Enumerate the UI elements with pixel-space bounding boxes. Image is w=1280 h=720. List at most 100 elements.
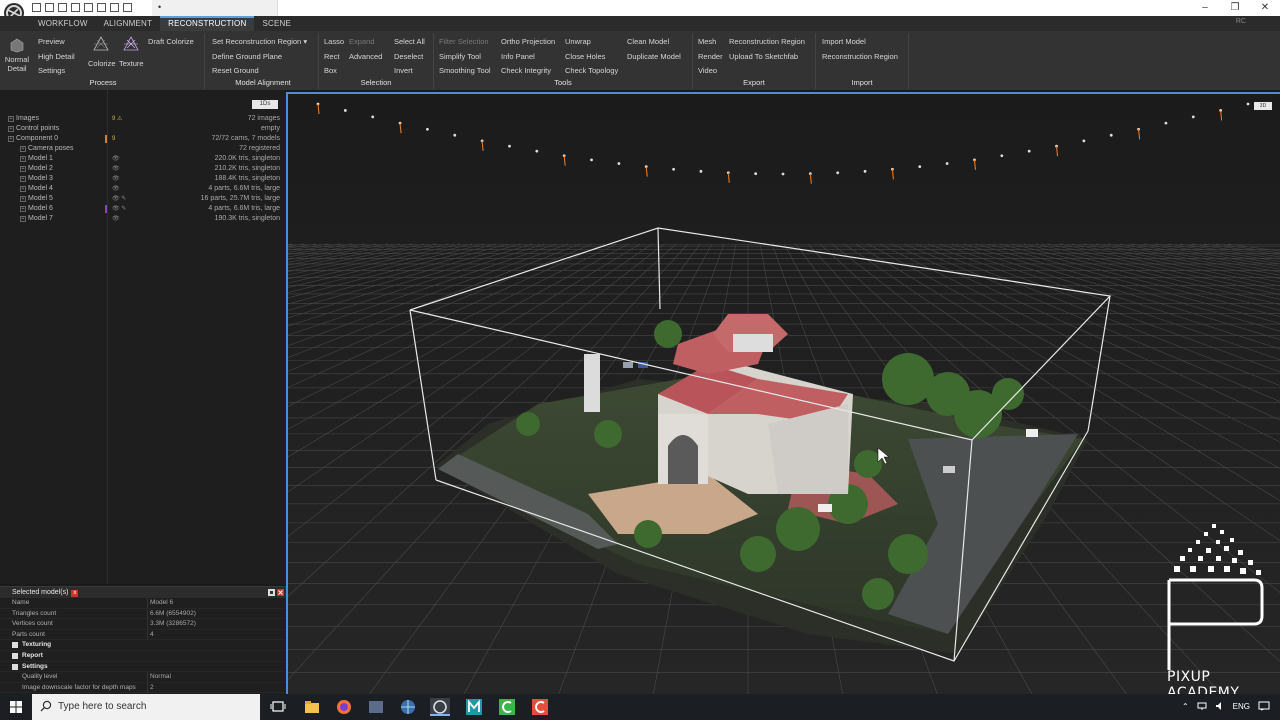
property-row[interactable]: Name Model 6 [0, 598, 286, 609]
property-row[interactable]: Quality level Normal [0, 672, 286, 683]
expand-icon[interactable]: + [20, 176, 26, 182]
new-project-icon[interactable] [32, 3, 41, 12]
expand-icon[interactable]: + [20, 196, 26, 202]
layout-icon[interactable] [84, 3, 93, 12]
export-video-button[interactable]: Video [698, 66, 717, 75]
tree-row[interactable]: + Images 9 ⚠ 72 images [0, 114, 286, 124]
tab-scene[interactable]: SCENE [254, 16, 299, 31]
layout-list-icon[interactable] [123, 3, 132, 12]
close-holes-button[interactable]: Close Holes [565, 52, 605, 61]
pin-icon[interactable] [268, 589, 275, 596]
firefox-icon[interactable] [334, 698, 354, 716]
reset-ground-button[interactable]: Reset Ground [212, 66, 259, 75]
export-mesh-button[interactable]: Mesh [698, 37, 716, 46]
lasso-button[interactable]: Lasso [324, 37, 344, 46]
layout-split-icon[interactable] [97, 3, 106, 12]
clean-model-button[interactable]: Clean Model [627, 37, 669, 46]
property-value[interactable]: 2 [150, 683, 154, 694]
expand-icon[interactable]: + [8, 126, 14, 132]
set-reconstruction-region-button[interactable]: Set Reconstruction Region ▾ [212, 37, 307, 46]
tree-row[interactable]: + Model 5 👁 ✎ 16 parts, 25.7M tris, large [0, 194, 286, 204]
expand-icon[interactable]: + [20, 216, 26, 222]
close-panel-icon[interactable] [277, 589, 284, 596]
collapse-icon[interactable] [12, 663, 18, 670]
expand-icon[interactable]: + [8, 116, 14, 122]
panel-type-badge[interactable]: 1Ds [252, 100, 278, 109]
network-icon[interactable] [1197, 701, 1207, 711]
expand-icon[interactable]: + [20, 206, 26, 212]
visibility-icon[interactable]: 👁 ✎ [112, 194, 126, 204]
tree-row[interactable]: + Model 3 👁 188.4K tris, singleton [0, 174, 286, 184]
close-button[interactable]: ✕ [1250, 0, 1280, 16]
export-reconstruction-region-button[interactable]: Reconstruction Region [729, 37, 805, 46]
undo-icon[interactable] [71, 3, 80, 12]
colorize-button[interactable]: Colorize [88, 59, 116, 68]
expand-icon[interactable]: + [20, 166, 26, 172]
viewport-type-badge[interactable]: 3D [1254, 102, 1272, 110]
tab-alignment[interactable]: ALIGNMENT [96, 16, 160, 31]
tree-row[interactable]: + Model 7 👁 190.3K tris, singleton [0, 214, 286, 224]
invert-button[interactable]: Invert [394, 66, 413, 75]
property-section[interactable]: Report [0, 651, 286, 662]
rect-button[interactable]: Rect [324, 52, 339, 61]
upload-to-sketchfab-button[interactable]: Upload To Sketchfab [729, 52, 798, 61]
windows-start-icon[interactable] [10, 701, 22, 713]
tab-workflow[interactable]: WORKFLOW [30, 16, 96, 31]
minimize-button[interactable]: – [1190, 0, 1220, 16]
visibility-icon[interactable]: 👁 [112, 174, 120, 184]
taskbar-search-box[interactable]: Type here to search [32, 694, 260, 720]
open-project-icon[interactable] [45, 3, 54, 12]
expand-icon[interactable]: + [20, 186, 26, 192]
restore-button[interactable]: ❐ [1220, 0, 1250, 16]
3d-viewport[interactable]: 3D [286, 92, 1280, 694]
tree-row[interactable]: + Model 2 👁 210.2K tris, singleton [0, 164, 286, 174]
recorder-icon[interactable] [530, 698, 550, 716]
tree-row[interactable]: + Model 4 👁 4 parts, 6.6M tris, large [0, 184, 286, 194]
property-section[interactable]: Texturing [0, 640, 286, 651]
property-value[interactable]: 4 [150, 630, 154, 641]
visibility-icon[interactable]: 👁 [112, 184, 120, 194]
property-value[interactable]: Model 6 [150, 598, 173, 609]
import-model-button[interactable]: Import Model [822, 37, 866, 46]
expand-icon[interactable]: + [8, 136, 14, 142]
duplicate-model-button[interactable]: Duplicate Model [627, 52, 681, 61]
expand-button[interactable]: Expand [349, 37, 374, 46]
task-view-icon[interactable] [268, 698, 288, 716]
high-detail-button[interactable]: High Detail [38, 52, 75, 61]
property-section[interactable]: Settings [0, 662, 286, 673]
property-value[interactable]: 6.6M (6554902) [150, 609, 196, 620]
define-ground-plane-button[interactable]: Define Ground Plane [212, 52, 282, 61]
tree-row[interactable]: + Camera poses 72 registered [0, 144, 286, 154]
collapse-icon[interactable] [12, 653, 18, 659]
smoothing-tool-button[interactable]: Smoothing Tool [439, 66, 491, 75]
expand-icon[interactable]: + [20, 156, 26, 162]
texture-button[interactable]: Texture [119, 59, 144, 68]
visibility-icon[interactable]: 👁 ✎ [112, 204, 126, 214]
visibility-icon[interactable]: 👁 [112, 214, 120, 224]
advanced-button[interactable]: Advanced [349, 52, 382, 61]
tree-row[interactable]: + Model 1 👁 220.0K tris, singleton [0, 154, 286, 164]
tree-row[interactable]: + Model 6 👁 ✎ 4 parts, 6.6M tris, large [0, 204, 286, 214]
normal-detail-button[interactable]: Normal Detail [4, 55, 30, 73]
visibility-icon[interactable]: 👁 [112, 164, 120, 174]
info-panel-button[interactable]: Info Panel [501, 52, 535, 61]
colorize-icon[interactable] [92, 36, 110, 52]
property-row[interactable]: Parts count 4 [0, 629, 286, 641]
tab-reconstruction[interactable]: RECONSTRUCTION [160, 16, 255, 31]
property-row[interactable]: Triangles count 6.6M (6554902) [0, 608, 286, 620]
property-value[interactable]: Normal [150, 672, 171, 683]
deselect-button[interactable]: Deselect [394, 52, 423, 61]
property-value[interactable]: 3.3M (3286572) [150, 619, 196, 630]
property-row[interactable]: Vertices count 3.3M (3286572) [0, 619, 286, 630]
import-reconstruction-region-button[interactable]: Reconstruction Region [822, 52, 898, 61]
scene-canvas[interactable] [288, 94, 1280, 694]
ortho-projection-button[interactable]: Ortho Projection [501, 37, 555, 46]
texture-icon[interactable] [122, 36, 140, 52]
unwrap-button[interactable]: Unwrap [565, 37, 591, 46]
tray-expand-icon[interactable]: ⌃ [1182, 702, 1189, 711]
select-all-button[interactable]: Select All [394, 37, 425, 46]
expand-icon[interactable]: + [20, 146, 26, 152]
close-selection-icon[interactable]: x [71, 590, 79, 597]
box-button[interactable]: Box [324, 66, 337, 75]
tree-row[interactable]: + Control points empty [0, 124, 286, 134]
